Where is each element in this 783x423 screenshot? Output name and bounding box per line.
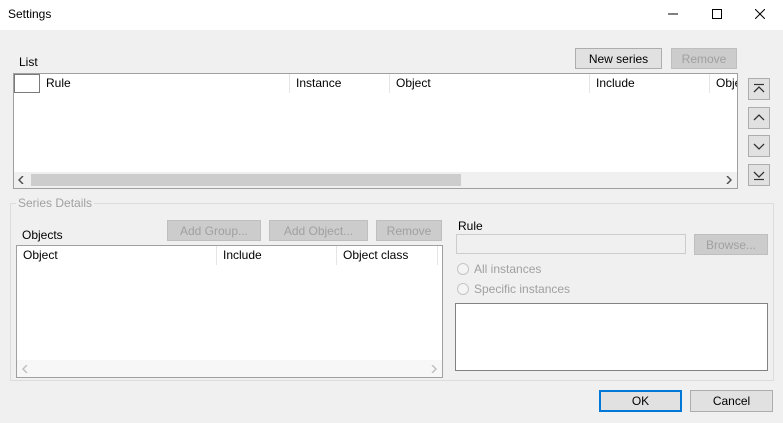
ok-button[interactable]: OK	[599, 390, 682, 412]
scroll-left-icon[interactable]	[22, 365, 28, 373]
add-group-button[interactable]: Add Group...	[167, 220, 261, 241]
column-header-object[interactable]: Object	[390, 74, 590, 93]
list-scroll-thumb[interactable]	[31, 174, 461, 186]
objects-list[interactable]: Object Include Object class	[16, 245, 443, 378]
column-header-include[interactable]: Include	[590, 74, 710, 93]
browse-button[interactable]: Browse...	[694, 234, 768, 255]
close-icon	[755, 9, 765, 19]
close-button[interactable]	[737, 0, 783, 28]
rule-label: Rule	[458, 219, 483, 233]
scroll-right-icon[interactable]	[726, 176, 732, 184]
objects-remove-button[interactable]: Remove	[376, 220, 442, 241]
series-list[interactable]: Rule Instance Object Include Obje	[13, 73, 738, 189]
select-all-checkbox[interactable]	[14, 74, 40, 93]
minimize-icon	[668, 13, 678, 15]
column-header-object-class[interactable]: Obje	[710, 74, 737, 93]
objects-horizontal-scrollbar[interactable]	[17, 360, 442, 377]
move-down-button[interactable]	[748, 135, 770, 157]
maximize-icon	[712, 9, 722, 19]
column-header-instance[interactable]: Instance	[290, 74, 390, 93]
scroll-right-icon[interactable]	[431, 365, 437, 373]
objects-list-header: Object Include Object class	[17, 246, 442, 265]
series-details-label: Series Details	[16, 196, 95, 210]
move-up-icon	[753, 114, 765, 121]
list-remove-button[interactable]: Remove	[671, 48, 737, 69]
move-down-icon	[753, 143, 765, 150]
maximize-button[interactable]	[694, 0, 740, 28]
specific-instances-label: Specific instances	[474, 282, 571, 296]
list-header: Rule Instance Object Include Obje	[14, 74, 737, 93]
list-horizontal-scrollbar[interactable]	[14, 172, 737, 188]
move-bottom-icon	[753, 171, 765, 181]
all-instances-label: All instances	[474, 262, 542, 276]
column-header-rule[interactable]: Rule	[40, 74, 290, 93]
instances-list[interactable]	[455, 303, 768, 371]
specific-instances-radio[interactable]	[457, 283, 469, 295]
list-label: List	[19, 55, 38, 69]
title-bar: Settings	[0, 0, 783, 30]
column-header-object[interactable]: Object	[17, 246, 217, 265]
new-series-button[interactable]: New series	[575, 48, 662, 69]
move-up-button[interactable]	[748, 107, 770, 129]
all-instances-radio[interactable]	[457, 263, 469, 275]
minimize-button[interactable]	[650, 0, 696, 28]
cancel-button[interactable]: Cancel	[690, 390, 773, 412]
rule-input[interactable]	[456, 234, 686, 254]
column-header-include[interactable]: Include	[217, 246, 337, 265]
column-header-object-class[interactable]: Object class	[337, 246, 438, 265]
objects-label: Objects	[22, 228, 63, 242]
move-bottom-button[interactable]	[748, 164, 770, 186]
scroll-left-icon[interactable]	[18, 176, 24, 184]
move-top-button[interactable]	[748, 78, 770, 100]
window-title: Settings	[8, 7, 52, 21]
add-object-button[interactable]: Add Object...	[269, 220, 368, 241]
move-top-icon	[753, 83, 765, 93]
